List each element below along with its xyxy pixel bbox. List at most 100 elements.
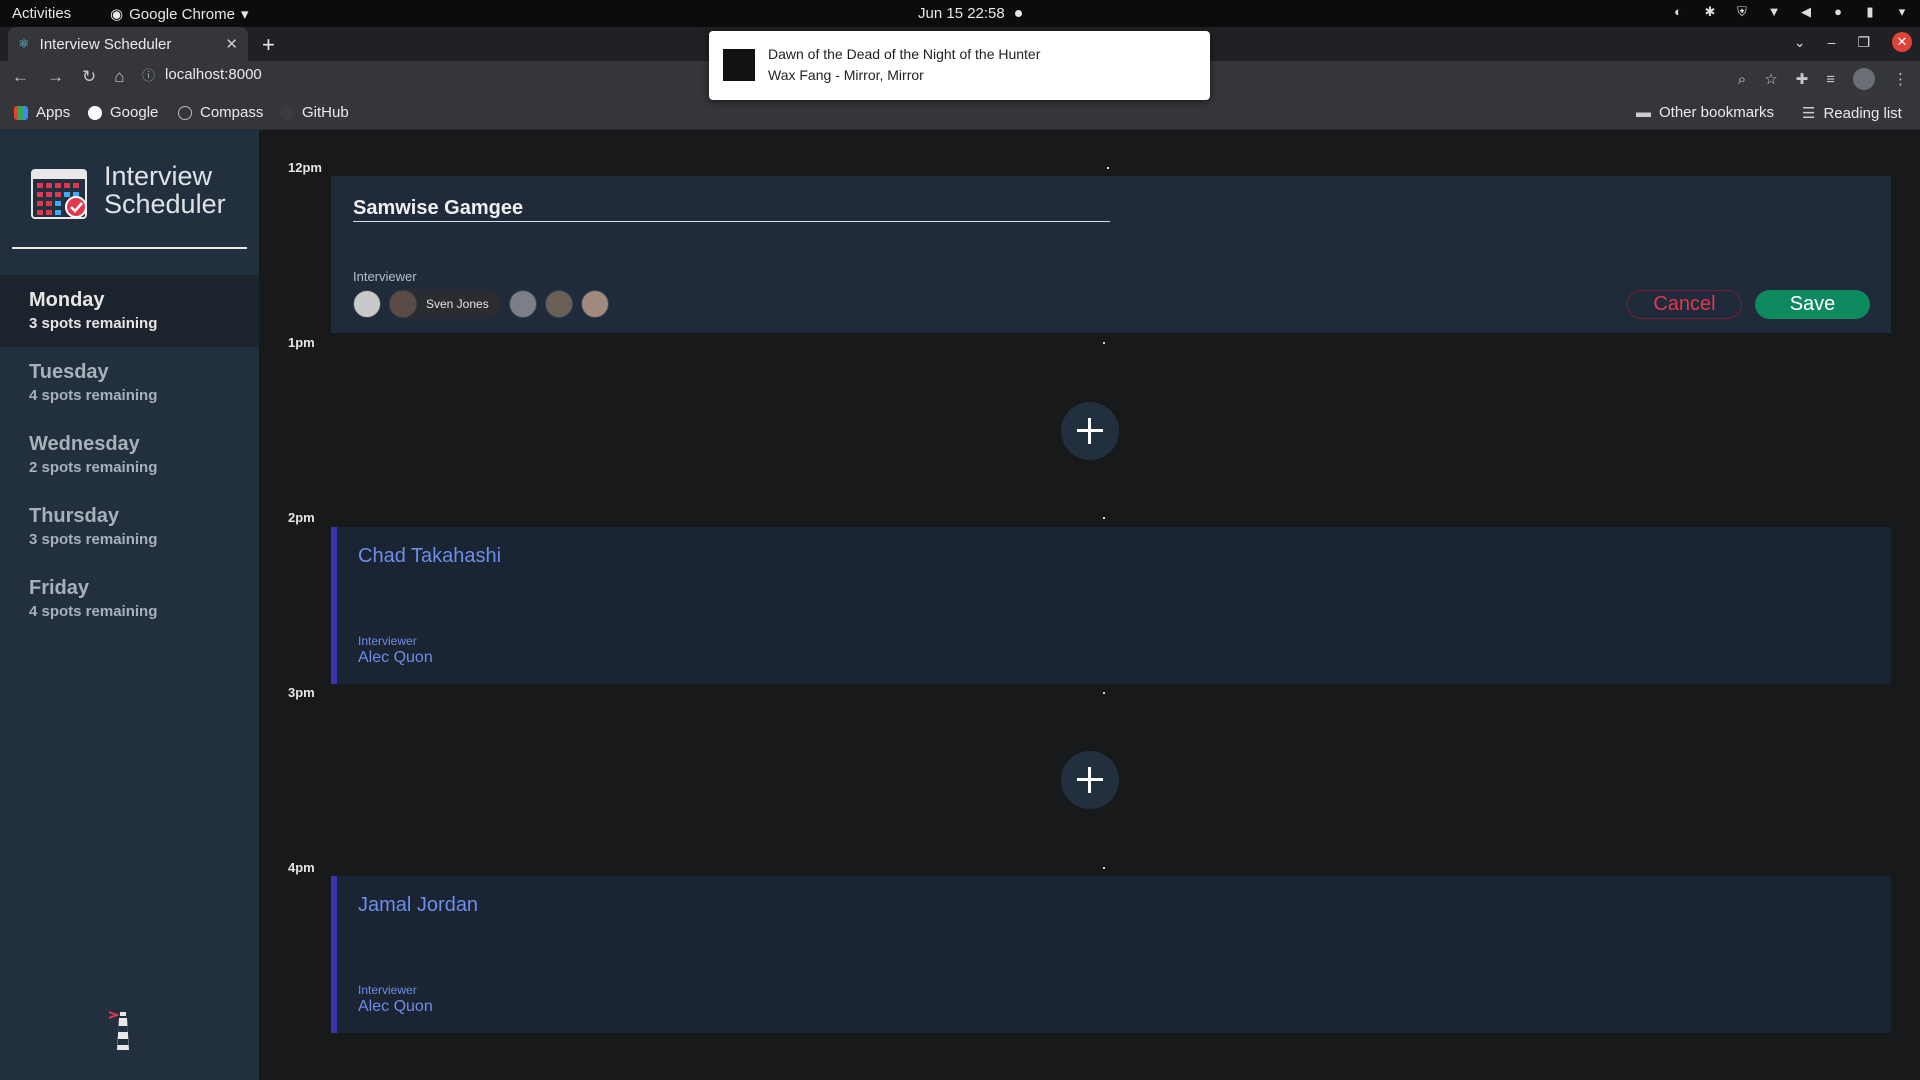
schedule: 12pm Interviewer Sven Jones Cancel Save …	[259, 130, 1920, 1080]
day-item-monday[interactable]: Monday 3 spots remaining	[0, 275, 259, 347]
reload-icon[interactable]: ↻	[82, 67, 96, 87]
close-tab-icon[interactable]: ✕	[225, 35, 238, 53]
student-name-input[interactable]	[353, 196, 1110, 222]
system-top-bar: Activities ◉ Google Chrome ▾ Jun 15 22:5…	[0, 0, 1920, 27]
day-item-friday[interactable]: Friday 4 spots remaining	[0, 563, 259, 635]
cancel-button[interactable]: Cancel	[1627, 290, 1742, 319]
day-spots: 3 spots remaining	[29, 315, 158, 332]
slack-icon[interactable]: ✱	[1702, 4, 1718, 20]
system-tray[interactable]: ◐ ✱ ⛨ ▼ ◀ ● ▮ ▾	[1670, 4, 1910, 20]
extensions-icon[interactable]: ✚	[1796, 70, 1809, 88]
interviewer-selected[interactable]: Sven Jones	[389, 289, 501, 319]
interviewer-label: Interviewer	[358, 983, 417, 997]
add-appointment-button[interactable]	[1061, 751, 1119, 809]
battery-icon[interactable]: ▮	[1862, 4, 1878, 20]
bookmarks-bar: Apps Google Compass GitHub ▬ Other bookm…	[0, 96, 1920, 130]
profile-avatar[interactable]	[1853, 68, 1875, 90]
student-name: Chad Takahashi	[358, 545, 502, 567]
interviewer-name: Alec Quon	[358, 998, 433, 1015]
clock[interactable]: Jun 15 22:58	[918, 5, 1022, 22]
tab-interview-scheduler[interactable]: ⚛ Interview Scheduler ✕	[8, 27, 248, 61]
discord-icon[interactable]: ◐	[1670, 4, 1686, 20]
day-spots: 3 spots remaining	[29, 531, 158, 548]
new-tab-button[interactable]: +	[262, 32, 275, 58]
forward-icon[interactable]: →	[47, 67, 64, 87]
interviewer-avatar[interactable]	[580, 290, 609, 318]
address-bar[interactable]: ⓘ localhost:8000	[142, 65, 262, 84]
app-menu-label: Google Chrome	[129, 5, 235, 23]
microphone-icon[interactable]: ●	[1830, 4, 1846, 20]
album-art	[723, 49, 755, 81]
interviewer-avatar[interactable]	[508, 290, 537, 318]
bookmark-github[interactable]: GitHub	[280, 104, 349, 121]
interviewer-avatar[interactable]	[353, 290, 381, 318]
bookmark-compass[interactable]: Compass	[178, 104, 263, 121]
info-icon[interactable]: ⓘ	[142, 65, 155, 84]
reading-list-icon: ☰	[1802, 105, 1816, 122]
interviewer-avatar[interactable]	[544, 290, 573, 318]
interviewer-name: Alec Quon	[358, 649, 433, 666]
day-spots: 4 spots remaining	[29, 603, 158, 620]
day-spots: 2 spots remaining	[29, 459, 158, 476]
other-bookmarks[interactable]: ▬ Other bookmarks	[1636, 104, 1774, 121]
url-text[interactable]: localhost:8000	[165, 66, 262, 83]
volume-icon[interactable]: ◀	[1798, 4, 1814, 20]
zoom-icon[interactable]: ⌕	[1738, 71, 1746, 88]
lighthouse-logo-icon	[108, 1011, 129, 1050]
slot-separator	[1103, 692, 1105, 694]
appointment-card[interactable]: Jamal Jordan Interviewer Alec Quon	[331, 876, 1891, 1033]
appointment-form: Interviewer Sven Jones Cancel Save	[331, 176, 1891, 333]
restore-icon[interactable]: ❐	[1857, 34, 1870, 51]
tab-search-icon[interactable]: ⌄	[1794, 34, 1806, 51]
chevron-down-icon[interactable]: ▾	[1894, 4, 1910, 20]
wifi-icon[interactable]: ▼	[1766, 4, 1782, 20]
shield-icon[interactable]: ⛨	[1734, 4, 1750, 20]
back-icon[interactable]: ←	[12, 67, 29, 87]
tab-title: Interview Scheduler	[39, 35, 172, 53]
bookmark-star-icon[interactable]: ☆	[1764, 70, 1777, 88]
bookmark-label: GitHub	[302, 104, 349, 121]
notification-dot-icon	[1014, 10, 1022, 17]
other-bookmarks-label: Other bookmarks	[1659, 104, 1775, 121]
folder-icon: ▬	[1636, 104, 1651, 121]
appointment-card[interactable]: Chad Takahashi Interviewer Alec Quon	[331, 527, 1891, 684]
selected-interviewer-name: Sven Jones	[426, 297, 489, 311]
logo-line-1: Interview	[104, 161, 213, 191]
nav-buttons: ← → ↻ ⌂	[12, 67, 125, 87]
activities-button[interactable]: Activities	[12, 5, 71, 22]
minimize-icon[interactable]: –	[1828, 34, 1836, 50]
apps-grid-icon	[14, 105, 28, 120]
time-label: 3pm	[288, 685, 315, 700]
time-label: 4pm	[288, 860, 315, 875]
home-icon[interactable]: ⌂	[114, 67, 124, 87]
more-menu-icon[interactable]: ⋮	[1893, 70, 1908, 88]
react-favicon-icon: ⚛	[18, 36, 30, 51]
day-item-wednesday[interactable]: Wednesday 2 spots remaining	[0, 419, 259, 491]
bookmark-google[interactable]: Google	[88, 104, 158, 121]
compass-icon	[178, 105, 192, 120]
time-label: 1pm	[288, 335, 315, 350]
media-notification[interactable]: Dawn of the Dead of the Night of the Hun…	[709, 31, 1210, 100]
add-appointment-button[interactable]	[1061, 402, 1119, 460]
notification-subtitle: Wax Fang - Mirror, Mirror	[768, 67, 924, 83]
day-name: Monday	[29, 289, 105, 311]
save-button[interactable]: Save	[1755, 290, 1870, 319]
clock-label: Jun 15 22:58	[918, 5, 1005, 22]
time-label: 12pm	[288, 160, 322, 175]
calendar-logo-icon	[31, 169, 87, 219]
interviewer-label: Interviewer	[358, 634, 417, 648]
day-item-thursday[interactable]: Thursday 3 spots remaining	[0, 491, 259, 563]
bookmark-apps[interactable]: Apps	[14, 104, 70, 121]
day-item-tuesday[interactable]: Tuesday 4 spots remaining	[0, 347, 259, 419]
bookmark-label: Apps	[36, 104, 71, 121]
github-icon	[280, 105, 294, 120]
app-menu[interactable]: ◉ Google Chrome ▾	[110, 5, 249, 24]
chevron-down-icon: ▾	[240, 6, 249, 23]
chrome-icon: ◉	[110, 6, 124, 23]
toolbar-actions: ⌕ ☆ ✚ ≡ ⋮	[1738, 68, 1908, 90]
close-window-icon[interactable]: ✕	[1892, 32, 1912, 52]
google-icon	[88, 105, 102, 120]
media-controls-icon[interactable]: ≡	[1826, 71, 1835, 88]
reading-list[interactable]: ☰ Reading list	[1802, 104, 1902, 123]
bookmark-label: Google	[110, 104, 159, 121]
